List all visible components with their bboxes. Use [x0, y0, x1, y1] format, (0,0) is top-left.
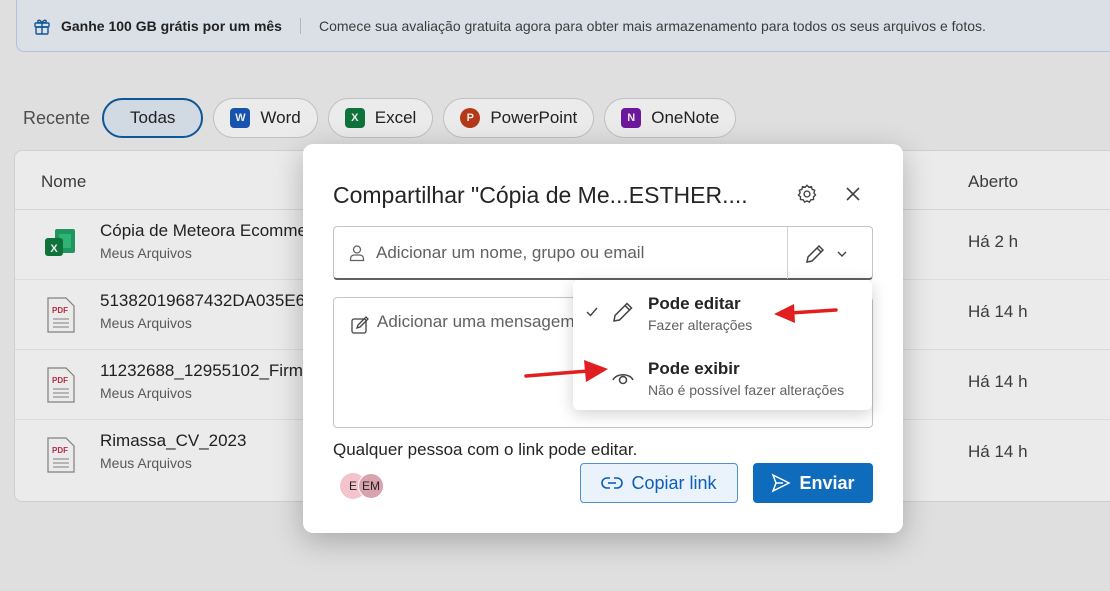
recipient-field: [333, 226, 873, 280]
send-button[interactable]: Enviar: [753, 463, 873, 503]
pencil-icon: [613, 302, 633, 322]
copy-link-label: Copiar link: [631, 472, 717, 493]
send-icon: [772, 473, 792, 493]
permission-option-description: Fazer alterações: [648, 317, 753, 333]
annotation-arrow-left: [774, 304, 838, 323]
checkmark-icon: [586, 307, 598, 317]
copy-link-button[interactable]: Copiar link: [580, 463, 738, 503]
settings-gear-icon[interactable]: [796, 183, 818, 205]
message-input[interactable]: [377, 312, 597, 342]
chevron-down-icon: [837, 251, 847, 257]
permission-option-description: Não é possível fazer alterações: [648, 382, 845, 398]
permission-dropdown-button[interactable]: [804, 241, 854, 267]
send-label: Enviar: [799, 472, 855, 493]
shared-with-avatars[interactable]: E EM: [340, 473, 390, 499]
pencil-icon: [806, 244, 825, 263]
permission-option-view[interactable]: Pode exibir Não é possível fazer alteraç…: [573, 345, 872, 407]
link-permission-info: Qualquer pessoa com o link pode editar.: [333, 440, 638, 459]
recipient-input[interactable]: [376, 239, 776, 267]
permission-option-label: Pode exibir: [648, 359, 740, 378]
person-icon: [349, 245, 365, 262]
eye-icon: [612, 374, 634, 385]
avatar: EM: [358, 473, 384, 499]
permission-option-label: Pode editar: [648, 294, 741, 313]
compose-note-icon: [351, 316, 369, 334]
link-icon: [601, 477, 624, 489]
dialog-title: Compartilhar "Cópia de Me...ESTHER....: [333, 182, 748, 208]
annotation-arrow-right: [524, 360, 608, 382]
close-icon[interactable]: [843, 184, 863, 204]
field-divider: [787, 227, 788, 279]
